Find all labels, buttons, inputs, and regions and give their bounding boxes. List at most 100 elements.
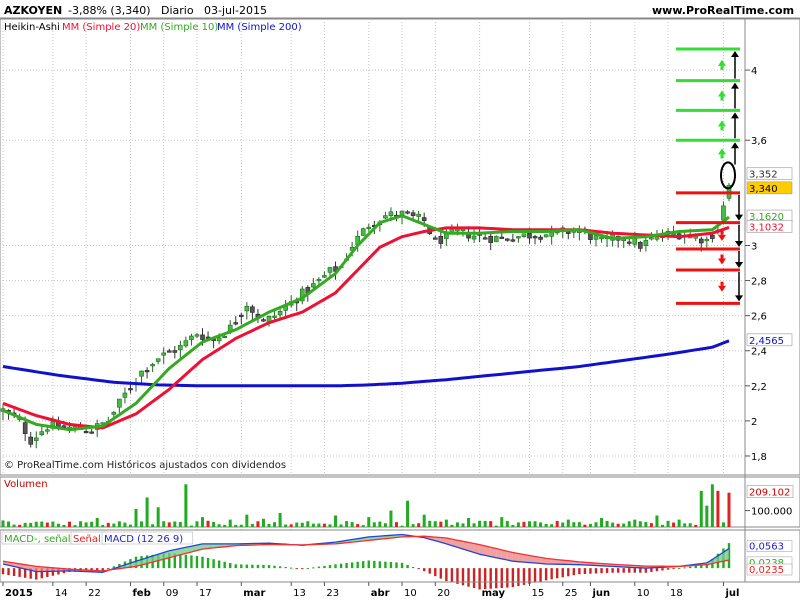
volume-bar xyxy=(79,521,82,527)
candle-bull xyxy=(516,237,520,239)
volume-bar xyxy=(401,526,404,527)
volume-bar xyxy=(96,518,99,527)
candle-bear xyxy=(250,307,254,313)
volume-bar xyxy=(223,525,226,527)
macd-histogram-bar xyxy=(440,568,442,578)
time-tick-label: jun xyxy=(591,588,610,599)
volume-bar xyxy=(650,523,653,527)
candle-bull xyxy=(544,235,548,237)
volume-bar xyxy=(112,524,115,527)
volume-bar xyxy=(412,524,415,527)
macd-histogram-bar xyxy=(368,561,370,569)
candle-bear xyxy=(239,315,243,317)
candle-bear xyxy=(566,232,570,234)
macd-histogram-bar xyxy=(240,564,242,568)
volume-bar xyxy=(356,524,359,527)
legend-chart-type: Heikin-Ashi xyxy=(4,22,60,33)
macd-histogram-bar xyxy=(290,568,292,569)
volume-bar xyxy=(384,523,387,527)
macd-legend-label: Señal xyxy=(73,534,101,545)
volume-bar xyxy=(2,520,5,527)
volume-bar xyxy=(545,524,548,527)
macd-histogram-bar xyxy=(678,568,680,569)
macd-histogram-bar xyxy=(645,568,647,573)
macd-histogram-bar xyxy=(351,562,353,568)
volume-bar xyxy=(168,522,171,527)
candle-bull xyxy=(472,236,476,239)
volume-bar xyxy=(550,524,553,527)
volume-bar xyxy=(46,523,49,527)
time-tick-label: 22 xyxy=(88,588,101,599)
volume-bar xyxy=(389,511,392,527)
candle-bull xyxy=(389,212,393,216)
header-period: Diario xyxy=(161,4,194,17)
candle-bull xyxy=(123,393,127,397)
candle-bull xyxy=(184,341,188,346)
volume-bar xyxy=(484,521,487,527)
candle-bull xyxy=(245,306,249,311)
candle-bear xyxy=(23,423,27,434)
candle-bull xyxy=(522,234,526,237)
candle-bull xyxy=(195,335,199,337)
volume-bar xyxy=(328,524,331,527)
header-site-link[interactable]: www.ProRealTime.com xyxy=(652,4,794,17)
volume-last-label: 209.102 xyxy=(749,488,790,499)
volume-title: Volumen xyxy=(4,479,48,490)
macd-histogram-bar xyxy=(262,565,264,568)
macd-value-label: 0,0235 xyxy=(749,565,784,576)
volume-bar xyxy=(439,522,442,527)
volume-bar xyxy=(667,521,670,527)
macd-histogram-bar xyxy=(556,568,558,578)
price-tick-label: 3,6 xyxy=(751,136,767,147)
macd-histogram-bar xyxy=(600,568,602,573)
last-value-label: 2,4565 xyxy=(749,336,784,347)
volume-bar xyxy=(506,521,509,527)
macd-histogram-bar xyxy=(672,568,674,569)
volume-bar xyxy=(273,522,276,527)
macd-legend-label: MACD (12 26 9) xyxy=(104,534,183,545)
candle-bull xyxy=(278,311,282,315)
macd-histogram-bar xyxy=(528,568,530,584)
volume-bar xyxy=(522,522,525,527)
volume-bar xyxy=(428,521,431,527)
candle-bull xyxy=(494,236,498,241)
time-tick-label: feb xyxy=(132,588,150,599)
candle-bear xyxy=(422,218,426,221)
macd-histogram-bar xyxy=(550,568,552,579)
candle-bear xyxy=(145,370,149,372)
macd-histogram-bar xyxy=(689,567,691,569)
volume-bar xyxy=(622,524,625,527)
candle-bear xyxy=(489,236,493,242)
legend-ma20: MM (Simple 20) xyxy=(62,22,140,33)
volume-bar xyxy=(179,522,182,527)
volume-bar xyxy=(362,525,365,527)
volume-bar xyxy=(68,522,71,527)
volume-bar xyxy=(694,525,697,527)
time-tick-label: 09 xyxy=(166,588,179,599)
candle-bear xyxy=(483,238,487,240)
time-tick-label: may xyxy=(482,588,506,599)
volume-bar xyxy=(234,525,237,527)
macd-histogram-bar xyxy=(179,554,181,568)
candle-bear xyxy=(638,242,642,248)
macd-histogram-bar xyxy=(578,568,580,574)
macd-histogram-bar xyxy=(384,562,386,568)
macd-histogram-bar xyxy=(534,568,536,582)
macd-histogram-bar xyxy=(467,568,469,587)
volume-bar xyxy=(528,521,531,527)
volume-bar xyxy=(118,521,121,527)
volume-bar xyxy=(7,522,10,527)
candle-bull xyxy=(328,267,332,272)
macd-histogram-bar xyxy=(656,568,658,571)
volume-bar xyxy=(639,521,642,527)
macd-legend-label: MACD-, señal xyxy=(4,534,71,545)
footer-note: © ProRealTime.com Históricos ajustados c… xyxy=(4,460,286,471)
macd-histogram-bar xyxy=(412,567,414,568)
last-value-label: 3,1032 xyxy=(749,222,784,233)
volume-bar xyxy=(655,516,658,528)
candle-bull xyxy=(45,430,49,432)
candle-bull xyxy=(40,432,44,435)
candle-bull xyxy=(140,371,144,376)
macd-histogram-bar xyxy=(661,568,663,570)
volume-bar xyxy=(256,521,259,527)
